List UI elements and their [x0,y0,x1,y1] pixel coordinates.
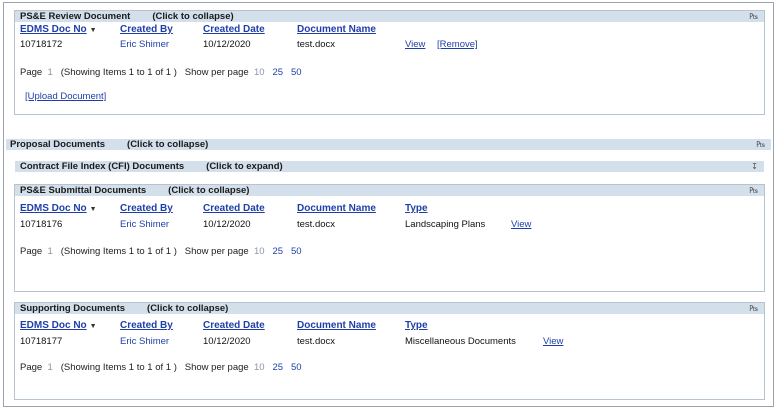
collapse-icon[interactable]: ₧ [749,185,758,196]
cell-created-date: 10/12/2020 [203,219,251,230]
page-number[interactable]: 1 [47,362,52,373]
cell-document-name: test.docx [297,219,336,230]
col-header-type[interactable]: Type [405,320,428,331]
cell-created-by[interactable]: Eric Shimer [120,336,169,347]
collapse-icon[interactable]: ₧ [749,303,758,314]
per-page-25[interactable]: 25 [272,362,283,373]
col-header-created-date[interactable]: Created Date [203,24,265,35]
cell-doc-no: 10718172 [20,39,63,50]
pager: Page 1 (Showing Items 1 to 1 of 1 ) Show… [20,246,302,257]
cfi-action: (Click to expand) [206,161,283,172]
per-page-50[interactable]: 50 [291,362,302,373]
col-header-doc-no[interactable]: EDMS Doc No ▼ [20,203,97,214]
cell-type: Landscaping Plans [405,219,486,230]
sort-desc-icon: ▼ [89,27,97,34]
col-header-created-by[interactable]: Created By [120,320,173,331]
per-page-25[interactable]: 25 [272,246,283,257]
sort-desc-icon: ▼ [89,206,97,213]
col-header-document-name[interactable]: Document Name [297,203,376,214]
cell-created-by[interactable]: Eric Shimer [120,39,169,50]
per-page-10[interactable]: 10 [254,67,265,78]
view-link[interactable]: View [405,39,425,50]
page-number[interactable]: 1 [47,246,52,257]
col-header-created-by[interactable]: Created By [120,203,173,214]
upload-document-link[interactable]: [Upload Document] [25,91,106,102]
supporting-title: Supporting Documents [20,303,126,314]
pse-review-header[interactable]: PS&E Review Document (Click to collapse) … [15,11,764,22]
col-header-document-name[interactable]: Document Name [297,24,376,35]
col-header-created-date[interactable]: Created Date [203,320,265,331]
cell-created-by[interactable]: Eric Shimer [120,219,169,230]
view-link[interactable]: View [511,219,531,230]
expand-icon[interactable]: ↧ [751,161,758,172]
page-number[interactable]: 1 [47,67,52,78]
cell-created-date: 10/12/2020 [203,336,251,347]
pse-submittal-panel [14,184,765,292]
pse-review-title: PS&E Review Document [20,11,131,22]
per-page-25[interactable]: 25 [272,67,283,78]
collapse-icon[interactable]: ₧ [749,11,758,22]
pse-review-action: (Click to collapse) [152,11,234,22]
supporting-action: (Click to collapse) [147,303,229,314]
pse-submittal-title: PS&E Submittal Documents [20,185,147,196]
proposal-title: Proposal Documents [10,139,106,150]
cell-doc-no: 10718177 [20,336,63,347]
cell-created-date: 10/12/2020 [203,39,251,50]
per-page-50[interactable]: 50 [291,67,302,78]
proposal-header[interactable]: Proposal Documents (Click to collapse) ₧ [6,139,771,150]
cfi-header[interactable]: Contract File Index (CFI) Documents (Clic… [15,161,764,172]
cell-doc-no: 10718176 [20,219,63,230]
remove-link[interactable]: [Remove] [437,39,478,50]
per-page-10[interactable]: 10 [254,362,265,373]
cell-document-name: test.docx [297,39,336,50]
supporting-panel [14,302,765,400]
pse-submittal-header[interactable]: PS&E Submittal Documents (Click to collap… [15,185,764,196]
view-link[interactable]: View [543,336,563,347]
per-page-10[interactable]: 10 [254,246,265,257]
proposal-action: (Click to collapse) [127,139,209,150]
collapse-icon[interactable]: ₧ [756,139,765,150]
cfi-title: Contract File Index (CFI) Documents [20,161,185,172]
col-header-document-name[interactable]: Document Name [297,320,376,331]
cell-document-name: test.docx [297,336,336,347]
supporting-header[interactable]: Supporting Documents (Click to collapse) … [15,303,764,314]
pager: Page 1 (Showing Items 1 to 1 of 1 ) Show… [20,67,302,78]
col-header-created-by[interactable]: Created By [120,24,173,35]
sort-desc-icon: ▼ [89,323,97,330]
pse-submittal-action: (Click to collapse) [168,185,250,196]
col-header-doc-no[interactable]: EDMS Doc No ▼ [20,24,97,35]
col-header-created-date[interactable]: Created Date [203,203,265,214]
cell-type: Miscellaneous Documents [405,336,516,347]
per-page-50[interactable]: 50 [291,246,302,257]
pager: Page 1 (Showing Items 1 to 1 of 1 ) Show… [20,362,302,373]
col-header-type[interactable]: Type [405,203,428,214]
col-header-doc-no[interactable]: EDMS Doc No ▼ [20,320,97,331]
